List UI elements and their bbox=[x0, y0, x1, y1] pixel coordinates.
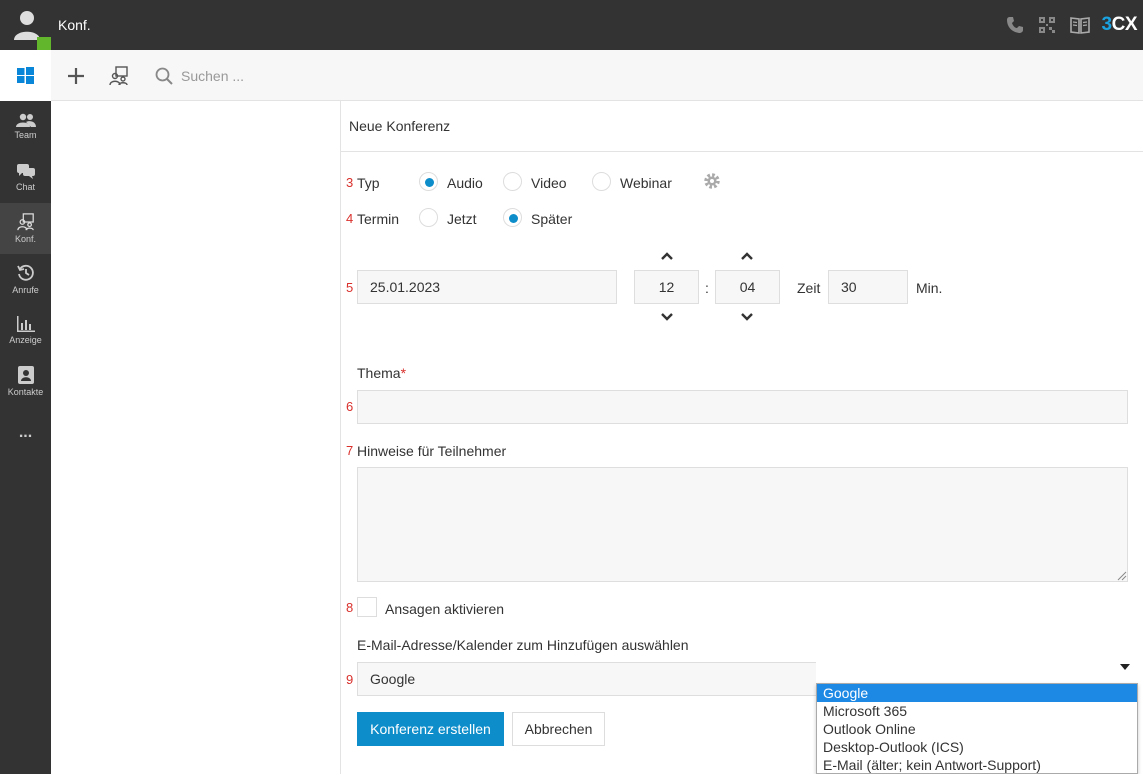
step-number: 3 bbox=[346, 175, 354, 190]
prompts-checkbox[interactable] bbox=[357, 597, 377, 617]
step-number: 7 bbox=[346, 443, 354, 458]
form-heading: Neue Konferenz bbox=[341, 101, 1143, 152]
sidebar-item-contacts[interactable]: Kontakte bbox=[0, 356, 51, 407]
hour-down-chevron-icon[interactable] bbox=[660, 312, 674, 322]
sidebar-item-calls[interactable]: Anrufe bbox=[0, 254, 51, 305]
contacts-icon bbox=[17, 366, 34, 384]
hour-up-chevron-icon[interactable] bbox=[660, 251, 674, 261]
notes-label: Hinweise für Teilnehmer bbox=[357, 443, 507, 459]
time-separator: : bbox=[705, 280, 709, 296]
3cx-logo: 3CX bbox=[1101, 14, 1138, 35]
sidebar-item-chat[interactable]: Chat bbox=[0, 152, 51, 203]
top-bar: Konf. 3CX bbox=[0, 0, 1143, 51]
phone-icon[interactable] bbox=[1006, 16, 1024, 34]
radio-video[interactable] bbox=[503, 172, 522, 191]
duration-label: Zeit bbox=[797, 280, 821, 296]
conference-icon bbox=[16, 213, 34, 231]
calendar-dropdown-list: Google Microsoft 365 Outlook Online Desk… bbox=[816, 683, 1138, 774]
search-input[interactable]: Suchen ... bbox=[181, 68, 244, 84]
create-conference-button[interactable]: Konferenz erstellen bbox=[357, 712, 504, 746]
join-conference-button[interactable] bbox=[108, 50, 130, 101]
prompts-label[interactable]: Ansagen aktivieren bbox=[385, 601, 504, 617]
sidebar-item-conference[interactable]: Konf. bbox=[0, 203, 51, 254]
step-number: 6 bbox=[346, 399, 354, 414]
hour-input[interactable]: 12 bbox=[634, 270, 699, 304]
minute-down-chevron-icon[interactable] bbox=[740, 312, 754, 322]
search-box[interactable]: Suchen ... bbox=[155, 50, 244, 101]
radio-webinar[interactable] bbox=[592, 172, 611, 191]
radio-later-label[interactable]: Später bbox=[531, 211, 572, 227]
sidebar-item-team[interactable]: Team bbox=[0, 101, 51, 152]
radio-later[interactable] bbox=[503, 208, 522, 227]
radio-now-label[interactable]: Jetzt bbox=[447, 211, 477, 227]
dropdown-arrow-icon[interactable] bbox=[1120, 664, 1130, 670]
history-icon bbox=[16, 264, 34, 281]
gear-icon[interactable] bbox=[703, 172, 721, 190]
user-icon bbox=[14, 11, 40, 40]
top-right-icons: 3CX bbox=[992, 0, 1143, 50]
add-button[interactable] bbox=[66, 50, 86, 101]
presence-status-indicator bbox=[37, 37, 51, 51]
windows-start-button[interactable] bbox=[0, 50, 51, 101]
radio-now[interactable] bbox=[419, 208, 438, 227]
chart-icon bbox=[16, 316, 35, 332]
avatar[interactable] bbox=[10, 6, 51, 51]
resize-handle-icon[interactable] bbox=[1117, 571, 1127, 581]
notes-textarea[interactable] bbox=[357, 467, 1128, 582]
subject-label: Thema* bbox=[357, 365, 407, 381]
book-icon[interactable] bbox=[1069, 16, 1090, 34]
radio-audio[interactable] bbox=[419, 172, 438, 191]
dropdown-option[interactable]: Outlook Online bbox=[817, 720, 1137, 738]
duration-input[interactable]: 30 bbox=[828, 270, 908, 304]
step-number: 4 bbox=[346, 211, 354, 226]
conference-list-pane bbox=[51, 101, 341, 774]
dropdown-option[interactable]: Desktop-Outlook (ICS) bbox=[817, 738, 1137, 756]
radio-audio-label[interactable]: Audio bbox=[447, 175, 483, 191]
team-icon bbox=[15, 113, 36, 127]
search-icon bbox=[155, 67, 173, 85]
minute-input[interactable]: 04 bbox=[715, 270, 780, 304]
plus-icon bbox=[68, 67, 84, 84]
step-number: 9 bbox=[346, 672, 354, 687]
cancel-button[interactable]: Abbrechen bbox=[512, 712, 605, 746]
minute-up-chevron-icon[interactable] bbox=[740, 251, 754, 261]
when-label: Termin bbox=[357, 211, 400, 227]
type-label: Typ bbox=[357, 175, 380, 191]
more-icon: ... bbox=[18, 423, 33, 441]
conference-icon bbox=[109, 65, 128, 85]
qr-code-icon[interactable] bbox=[1038, 16, 1056, 34]
subject-input[interactable] bbox=[357, 390, 1128, 424]
page-title: Konf. bbox=[58, 17, 91, 33]
radio-webinar-label[interactable]: Webinar bbox=[620, 175, 672, 191]
dropdown-option[interactable]: Google bbox=[817, 684, 1137, 702]
windows-icon bbox=[17, 67, 34, 84]
sidebar-item-more[interactable]: ... bbox=[0, 407, 51, 458]
dropdown-option[interactable]: Microsoft 365 bbox=[817, 702, 1137, 720]
step-number: 5 bbox=[346, 280, 354, 295]
step-number: 8 bbox=[346, 600, 354, 615]
date-input[interactable]: 25.01.2023 bbox=[357, 270, 617, 304]
calendar-select-open[interactable] bbox=[816, 654, 1138, 683]
radio-video-label[interactable]: Video bbox=[531, 175, 567, 191]
sidebar: Team Chat Konf. Anrufe Anzeige Kontakte … bbox=[0, 101, 51, 774]
calendar-label: E-Mail-Adresse/Kalender zum Hinzufügen a… bbox=[357, 637, 689, 653]
dropdown-option[interactable]: E-Mail (älter; kein Antwort-Support) bbox=[817, 756, 1137, 774]
duration-unit: Min. bbox=[916, 280, 943, 296]
chat-icon bbox=[16, 163, 35, 179]
sidebar-item-dashboard[interactable]: Anzeige bbox=[0, 305, 51, 356]
